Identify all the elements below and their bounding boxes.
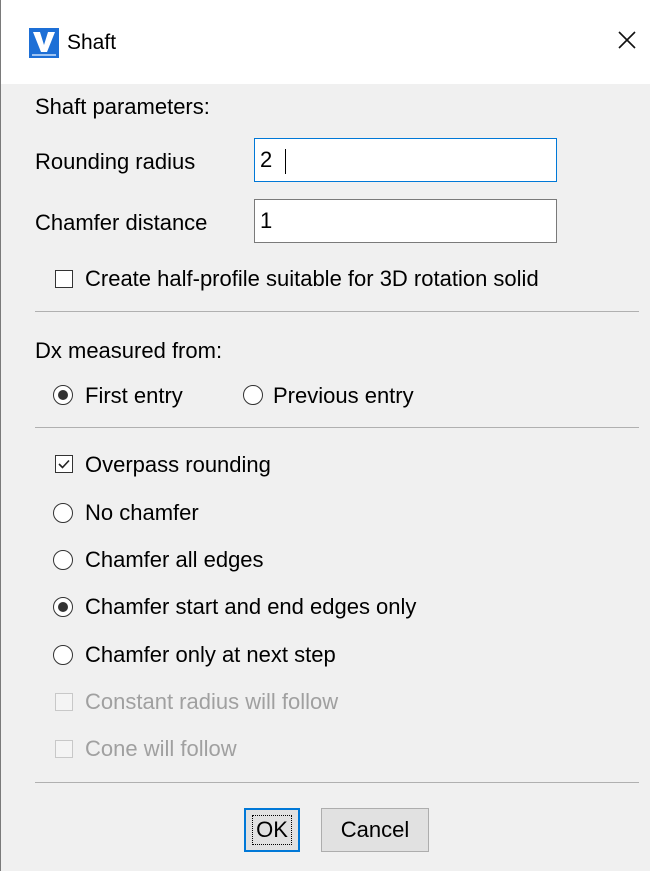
first-entry-radio[interactable] [53,385,73,405]
previous-entry-radio[interactable] [243,385,263,405]
previous-entry-label: Previous entry [273,383,414,408]
overpass-rounding-label: Overpass rounding [85,452,271,477]
ok-button[interactable]: OK [244,808,300,852]
vericad-logo-icon [29,28,59,58]
cone-follow-label: Cone will follow [85,736,237,761]
chamfer-next-step-label: Chamfer only at next step [85,642,336,667]
chamfer-distance-input[interactable] [254,199,557,243]
cancel-button-label: Cancel [340,817,410,842]
shaft-parameters-heading: Shaft parameters: [35,94,210,119]
constant-radius-checkbox[interactable] [55,693,73,711]
shaft-dialog: Shaft Shaft parameters: Rounding radius … [0,0,650,871]
check-icon [58,459,70,469]
rounding-radius-label: Rounding radius [35,149,196,174]
chamfer-distance-label: Chamfer distance [35,210,208,235]
overpass-rounding-checkbox[interactable] [55,455,73,473]
no-chamfer-label: No chamfer [85,500,199,525]
chamfer-next-step-radio[interactable] [53,645,73,665]
chamfer-start-end-radio[interactable] [53,597,73,617]
cone-follow-checkbox[interactable] [55,740,73,758]
no-chamfer-radio[interactable] [53,503,73,523]
title-bar[interactable]: Shaft [1,0,650,84]
rounding-radius-input[interactable] [254,138,557,182]
separator [35,427,639,428]
close-button[interactable] [605,22,649,62]
constant-radius-label: Constant radius will follow [85,689,339,714]
radio-selected-dot [57,601,68,612]
close-icon [617,30,637,55]
ok-button-label: OK [252,815,292,845]
half-profile-checkbox[interactable] [55,270,73,288]
chamfer-start-end-label: Chamfer start and end edges only [85,594,417,619]
chamfer-all-edges-radio[interactable] [53,550,73,570]
radio-selected-dot [57,389,68,400]
chamfer-all-edges-label: Chamfer all edges [85,547,264,572]
separator [35,311,639,312]
separator [35,782,639,783]
half-profile-label: Create half-profile suitable for 3D rota… [85,266,539,291]
cancel-button[interactable]: Cancel [321,808,429,852]
first-entry-label: First entry [85,383,183,408]
window-title: Shaft [67,31,117,54]
dx-measured-heading: Dx measured from: [35,338,223,363]
text-caret [285,149,286,174]
